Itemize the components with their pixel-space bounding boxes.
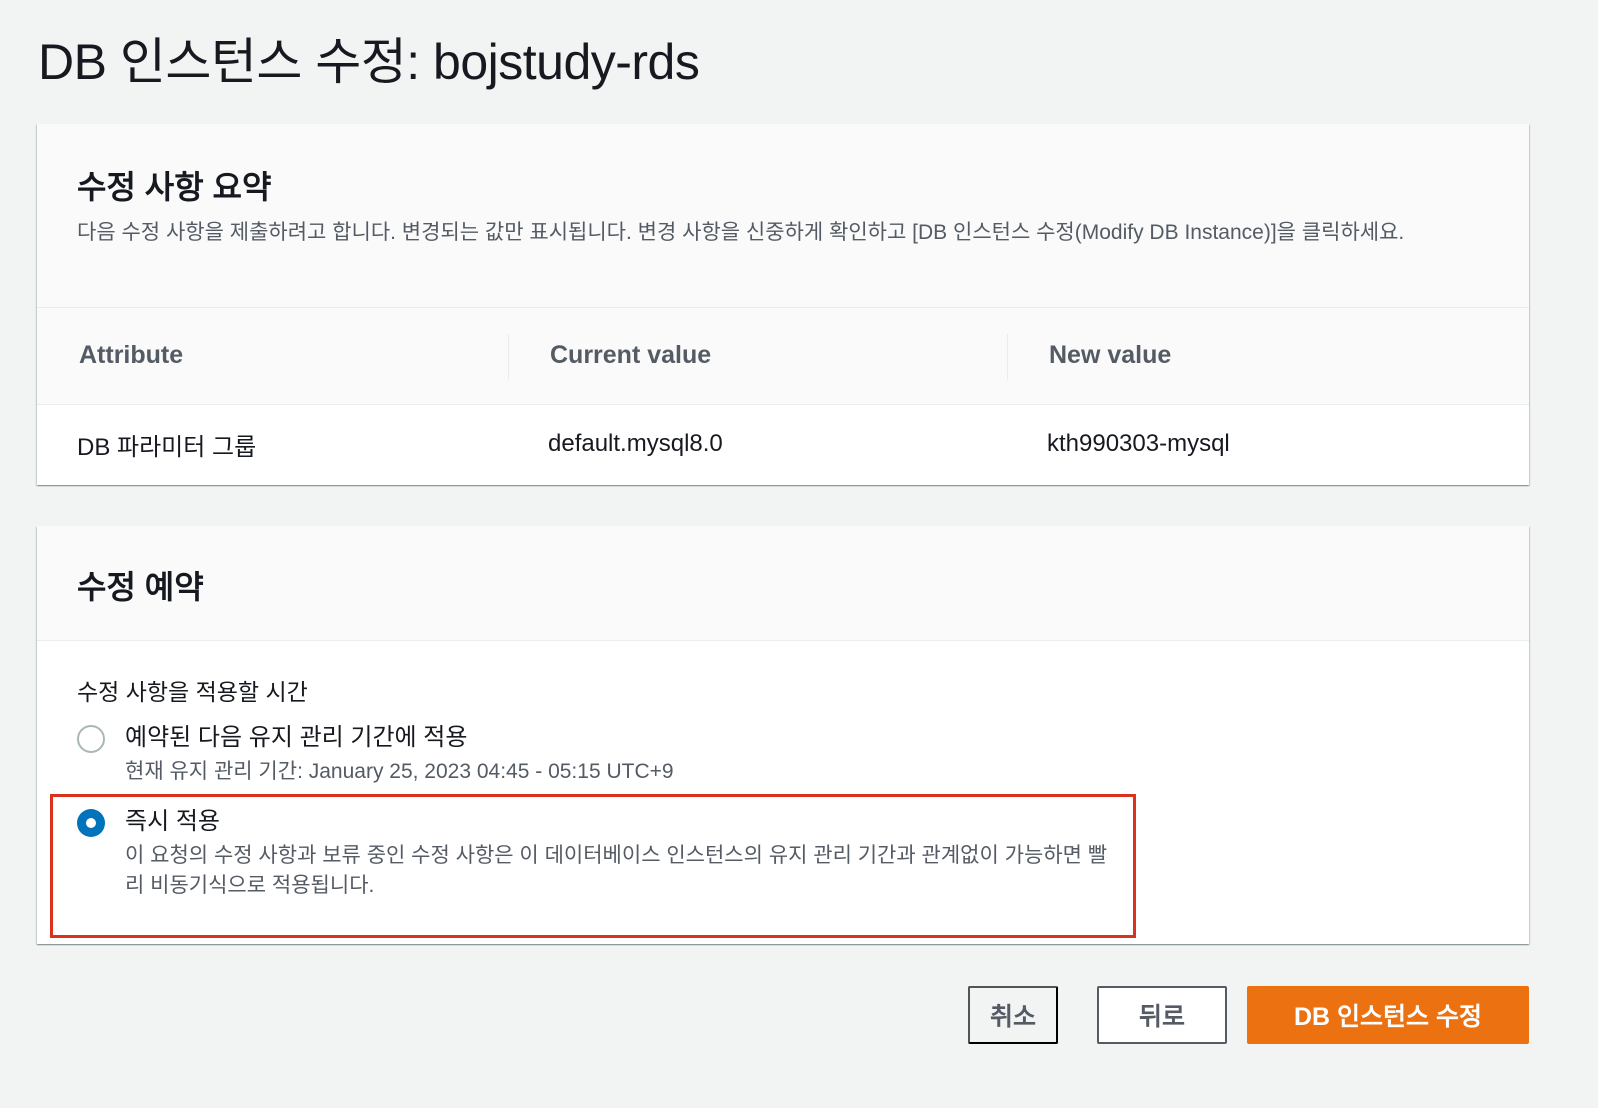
column-header-current-value: Current value — [508, 308, 1007, 405]
page-title: DB 인스턴스 수정: bojstudy-rds — [38, 34, 700, 90]
table-row: DB 파라미터 그룹 default.mysql8.0 kth990303-my… — [37, 404, 1529, 484]
summary-heading: 수정 사항 요약 — [77, 169, 272, 205]
radio-button-next-maintenance[interactable] — [77, 725, 105, 753]
changes-table: Attribute Current value New value DB 파라미… — [37, 308, 1529, 484]
radio-description-next-maintenance: 현재 유지 관리 기간: January 25, 2023 04:45 - 05… — [125, 760, 674, 783]
schedule-panel-header: 수정 예약 — [37, 526, 1529, 641]
highlight-annotation-box — [50, 794, 1136, 938]
radio-option-next-maintenance[interactable]: 예약된 다음 유지 관리 기간에 적용 현재 유지 관리 기간: January… — [77, 723, 1489, 787]
cancel-button[interactable]: 취소 — [968, 986, 1058, 1044]
schedule-heading: 수정 예약 — [77, 569, 204, 605]
modify-db-instance-button[interactable]: DB 인스턴스 수정 — [1247, 986, 1529, 1044]
summary-panel-header: 수정 사항 요약 다음 수정 사항을 제출하려고 합니다. 변경되는 값만 표시… — [37, 124, 1529, 308]
apply-time-label: 수정 사항을 적용할 시간 — [77, 679, 308, 705]
column-header-attribute: Attribute — [37, 308, 508, 405]
back-button[interactable]: 뒤로 — [1097, 986, 1227, 1044]
cell-new-value: kth990303-mysql — [1047, 430, 1230, 458]
cell-current-value: default.mysql8.0 — [548, 430, 723, 458]
radio-label-next-maintenance[interactable]: 예약된 다음 유지 관리 기간에 적용 — [125, 723, 1125, 753]
table-header-row: Attribute Current value New value — [37, 308, 1529, 405]
summary-description: 다음 수정 사항을 제출하려고 합니다. 변경되는 값만 표시됩니다. 변경 사… — [77, 221, 1405, 244]
modification-summary-panel: 수정 사항 요약 다음 수정 사항을 제출하려고 합니다. 변경되는 값만 표시… — [37, 124, 1529, 485]
column-header-new-value: New value — [1007, 308, 1529, 405]
cell-attribute: DB 파라미터 그룹 — [77, 433, 257, 461]
